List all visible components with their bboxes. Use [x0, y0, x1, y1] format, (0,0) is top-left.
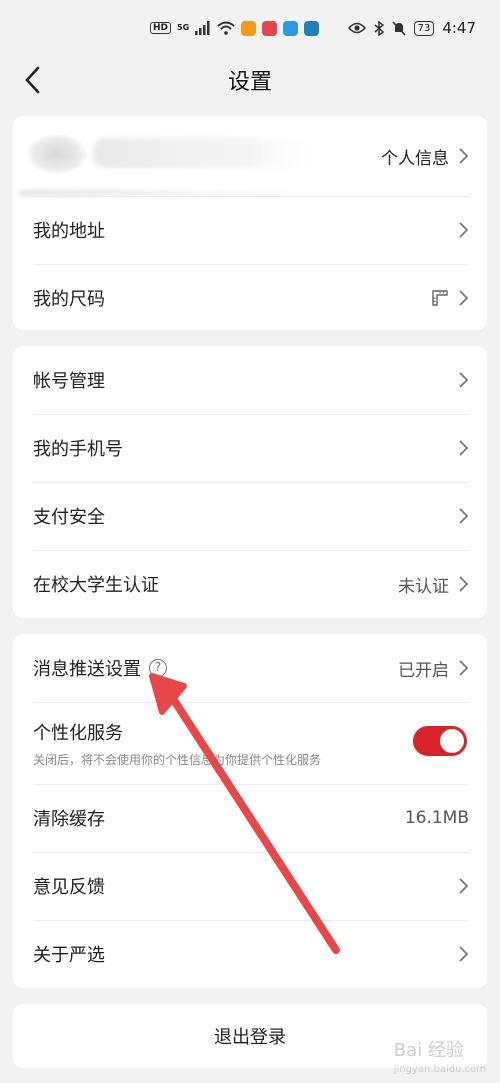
clear-cache-label: 清除缓存 [33, 809, 105, 830]
blurred-username [93, 138, 313, 168]
profile-card: 个人信息 我的地址 我的尺码 [13, 116, 487, 330]
student-verification-label: 在校大学生认证 [33, 575, 159, 596]
chevron-right-icon [459, 946, 469, 962]
watermark-text: Bai 经验 [393, 1040, 464, 1061]
account-card: 帐号管理 我的手机号 支付安全 在校大学生认证 未认证 [13, 346, 487, 618]
network-label: 5G [177, 23, 190, 32]
clear-cache-right: 16.1MB [405, 808, 469, 828]
chevron-right-icon [459, 290, 469, 306]
payment-security-right [457, 507, 469, 525]
status-icons-right: 73 4:47 [347, 19, 476, 37]
chevron-right-icon [459, 576, 469, 592]
logout-label: 退出登录 [214, 1027, 286, 1048]
push-settings-row[interactable]: 消息推送设置 ? 已开启 [13, 634, 487, 702]
app-notification-icon-orange [241, 20, 257, 36]
chevron-right-icon [459, 440, 469, 456]
about-right [457, 945, 469, 963]
chevron-right-icon [459, 372, 469, 388]
hd-badge: HD [150, 22, 172, 34]
personalized-service-toggle[interactable] [413, 726, 467, 756]
toggle-knob [440, 729, 464, 753]
push-settings-right: 已开启 [398, 656, 469, 681]
app-notification-icon-teal [304, 20, 320, 36]
phone-number-row[interactable]: 我的手机号 [13, 414, 487, 482]
account-management-right [457, 371, 469, 389]
battery-indicator: 73 [413, 20, 435, 36]
my-address-right [457, 221, 469, 239]
back-arrow-icon[interactable] [22, 64, 46, 96]
account-management-row[interactable]: 帐号管理 [13, 346, 487, 414]
page-title: 设置 [227, 70, 272, 95]
eye-icon [347, 22, 366, 34]
avatar [27, 134, 87, 174]
personal-info-label: 个人信息 [381, 148, 449, 169]
chevron-right-icon [459, 660, 469, 676]
feedback-row[interactable]: 意见反馈 [13, 852, 487, 920]
chevron-right-icon [459, 508, 469, 524]
push-settings-status: 已开启 [398, 660, 449, 681]
watermark: Bai 经验 jingyan.baidu.com [394, 1036, 486, 1075]
about-row[interactable]: 关于严选 [13, 920, 487, 988]
my-size-right [431, 289, 469, 307]
chevron-right-icon [459, 878, 469, 894]
ruler-icon [432, 290, 448, 306]
clock: 4:47 [442, 19, 476, 37]
my-address-row[interactable]: 我的地址 [13, 196, 487, 264]
feedback-right [457, 877, 469, 895]
wifi-icon [217, 21, 235, 35]
question-icon[interactable]: ? [149, 659, 167, 677]
status-icons-left: HD 5G [150, 20, 320, 36]
chevron-right-icon [459, 148, 469, 164]
app-notification-icon-red [262, 20, 278, 36]
feedback-label: 意见反馈 [33, 877, 105, 898]
watermark-url: jingyan.baidu.com [393, 1064, 486, 1075]
personal-info-row[interactable]: 个人信息 [13, 116, 487, 196]
push-settings-label: 消息推送设置 [33, 659, 141, 680]
bluetooth-icon [374, 20, 384, 36]
clear-cache-row[interactable]: 清除缓存 16.1MB [13, 784, 487, 852]
student-verification-right: 未认证 [398, 572, 469, 597]
chevron-right-icon [459, 222, 469, 238]
payment-security-row[interactable]: 支付安全 [13, 482, 487, 550]
status-bar: HD 5G 73 4:47 [0, 0, 500, 56]
cache-size: 16.1MB [404, 808, 469, 828]
my-address-label: 我的地址 [33, 221, 105, 242]
payment-security-label: 支付安全 [33, 507, 105, 528]
app-settings-card: 消息推送设置 ? 已开启 个性化服务 关闭后，将不会使用你的个性信息为你提供个性… [13, 634, 487, 988]
personalized-service-row: 个性化服务 关闭后，将不会使用你的个性信息为你提供个性化服务 [13, 702, 487, 784]
signal-icon [195, 21, 210, 35]
phone-number-label: 我的手机号 [33, 439, 123, 460]
app-notification-icon-blue [283, 20, 299, 36]
student-verification-status: 未认证 [398, 576, 449, 597]
personalized-service-label: 个性化服务 [33, 722, 123, 744]
account-management-label: 帐号管理 [33, 371, 105, 392]
personalized-service-description: 关闭后，将不会使用你的个性信息为你提供个性化服务 [33, 752, 322, 767]
about-label: 关于严选 [33, 945, 105, 966]
my-size-label: 我的尺码 [33, 289, 105, 310]
mute-bell-icon [391, 20, 406, 36]
personal-info-right: 个人信息 [381, 144, 469, 169]
my-size-row[interactable]: 我的尺码 [13, 264, 487, 332]
phone-number-right [457, 439, 469, 457]
student-verification-row[interactable]: 在校大学生认证 未认证 [13, 550, 487, 618]
navigation-header: 设置 [0, 56, 500, 104]
